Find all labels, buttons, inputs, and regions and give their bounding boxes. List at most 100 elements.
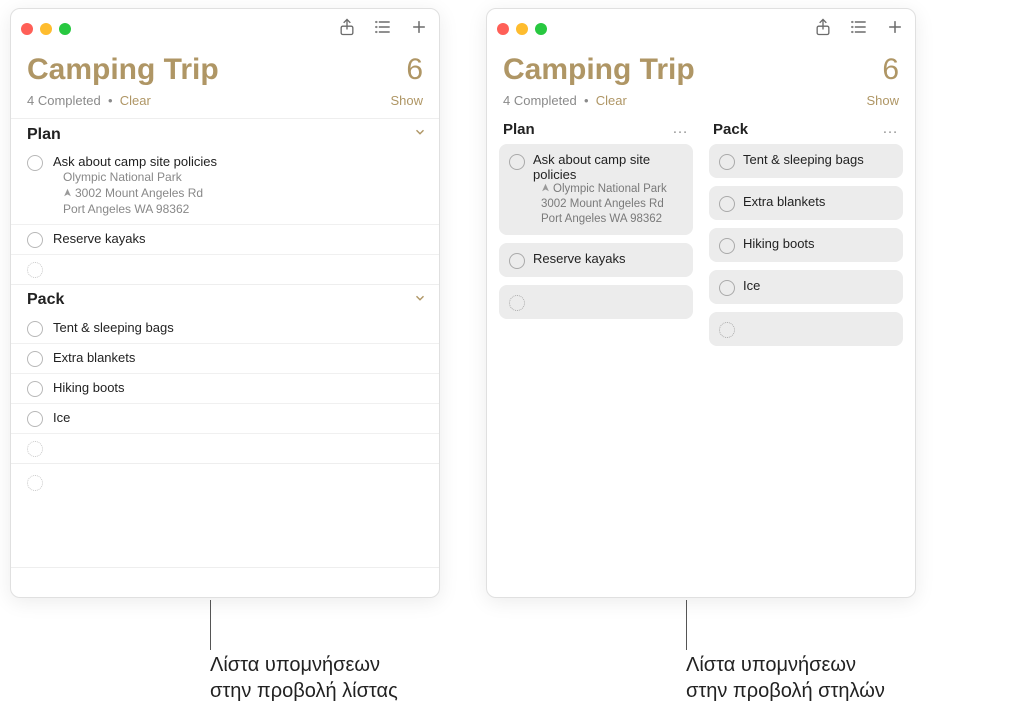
share-icon[interactable] [813,17,833,42]
list-title: Camping Trip [27,53,219,87]
reminder-title: Ice [743,278,893,293]
callout-line [210,600,211,650]
add-circle[interactable] [27,475,43,491]
complete-toggle[interactable] [27,381,43,397]
clear-button[interactable]: Clear [120,93,151,108]
reminder-body: Ask about camp site policies Olympic Nat… [53,154,217,218]
section-name: Pack [27,291,64,309]
reminder-card[interactable]: Ask about camp site policies Olympic Nat… [499,144,693,235]
column-name: Pack [713,121,748,138]
reminder-title: Extra blankets [743,194,893,209]
column-more-button[interactable]: … [882,120,899,138]
reminder-item[interactable]: Tent & sleeping bags [11,314,439,343]
reminder-card[interactable]: Reserve kayaks [499,243,693,277]
add-reminder-circle[interactable] [27,441,43,457]
titlebar [11,9,439,49]
new-section-placeholder[interactable] [11,463,439,501]
column-name: Plan [503,121,535,138]
reminder-title: Extra blankets [53,350,135,365]
list-header: Camping Trip 6 [11,49,439,87]
complete-toggle[interactable] [719,154,735,170]
section-name: Plan [27,126,61,144]
caption-line-2: στην προβολή στηλών [686,678,885,704]
column-header: Pack … [709,118,903,144]
zoom-window-button[interactable] [535,23,547,35]
toolbar-actions [337,17,429,42]
completed-count: 4 Completed [27,93,101,108]
completed-status: 4 Completed • Clear [503,93,627,108]
view-mode-icon[interactable] [849,17,869,42]
complete-toggle[interactable] [27,411,43,427]
reminder-item[interactable]: Ice [11,403,439,433]
reminder-card[interactable]: Hiking boots [709,228,903,262]
complete-toggle[interactable] [509,253,525,269]
traffic-lights [21,23,71,35]
complete-toggle[interactable] [719,238,735,254]
location-icon [63,185,72,201]
chevron-down-icon[interactable] [413,125,427,144]
reminder-item[interactable]: Extra blankets [11,343,439,373]
new-reminder-card[interactable] [499,285,693,319]
caption-line-2: στην προβολή λίστας [210,678,398,704]
caption-text: Λίστα υπομνήσεων στην προβολή λίστας [210,652,398,704]
minimize-window-button[interactable] [516,23,528,35]
reminders-window-column-view: Camping Trip 6 4 Completed • Clear Show … [486,8,916,598]
list-count: 6 [406,53,423,87]
reminder-item[interactable]: Hiking boots [11,373,439,403]
address-line-1: 3002 Mount Angeles Rd [541,197,683,212]
callout-line [686,600,687,650]
complete-toggle[interactable] [27,155,43,171]
close-window-button[interactable] [21,23,33,35]
caption-list-view: Λίστα υπομνήσεων στην προβολή λίστας [210,600,398,704]
complete-toggle[interactable] [509,154,525,170]
share-icon[interactable] [337,17,357,42]
reminder-title: Ask about camp site policies [533,152,683,182]
column-plan: Plan … Ask about camp site policies Olym… [499,118,693,354]
address-line-2: Port Angeles WA 98362 [541,212,683,227]
complete-toggle[interactable] [27,351,43,367]
new-reminder-card[interactable] [709,312,903,346]
location-icon [541,182,550,197]
reminder-card[interactable]: Ice [709,270,903,304]
add-reminder-icon[interactable] [409,17,429,42]
zoom-window-button[interactable] [59,23,71,35]
column-more-button[interactable]: … [672,120,689,138]
caption-line-1: Λίστα υπομνήσεων [686,652,885,678]
toolbar-actions [813,17,905,42]
list-subheader: 4 Completed • Clear Show [487,87,915,118]
bottom-divider [11,567,439,597]
reminder-location: Olympic National Park 3002 Mount Angeles… [533,182,683,227]
add-reminder-icon[interactable] [885,17,905,42]
complete-toggle[interactable] [27,321,43,337]
reminder-item[interactable]: Ask about camp site policies Olympic Nat… [11,148,439,224]
complete-toggle[interactable] [719,196,735,212]
section-header-plan[interactable]: Plan [11,118,439,148]
reminder-item[interactable]: Reserve kayaks [11,224,439,254]
caption-line-1: Λίστα υπομνήσεων [210,652,398,678]
caption-text: Λίστα υπομνήσεων στην προβολή στηλών [686,652,885,704]
add-reminder-circle[interactable] [719,322,735,338]
complete-toggle[interactable] [719,280,735,296]
reminder-card[interactable]: Extra blankets [709,186,903,220]
minimize-window-button[interactable] [40,23,52,35]
titlebar [487,9,915,49]
view-mode-icon[interactable] [373,17,393,42]
add-reminder-circle[interactable] [509,295,525,311]
show-button[interactable]: Show [390,93,423,108]
reminder-title: Tent & sleeping bags [53,320,174,335]
new-reminder-placeholder[interactable] [11,433,439,463]
new-reminder-placeholder[interactable] [11,254,439,284]
traffic-lights [497,23,547,35]
show-button[interactable]: Show [866,93,899,108]
section-header-pack[interactable]: Pack [11,284,439,314]
reminder-title: Ask about camp site policies [53,154,217,169]
clear-button[interactable]: Clear [596,93,627,108]
complete-toggle[interactable] [27,232,43,248]
reminder-title: Ice [53,410,70,425]
close-window-button[interactable] [497,23,509,35]
add-reminder-circle[interactable] [27,262,43,278]
caption-column-view: Λίστα υπομνήσεων στην προβολή στηλών [686,600,885,704]
chevron-down-icon[interactable] [413,291,427,310]
reminder-card[interactable]: Tent & sleeping bags [709,144,903,178]
reminders-window-list-view: Camping Trip 6 4 Completed • Clear Show … [10,8,440,598]
